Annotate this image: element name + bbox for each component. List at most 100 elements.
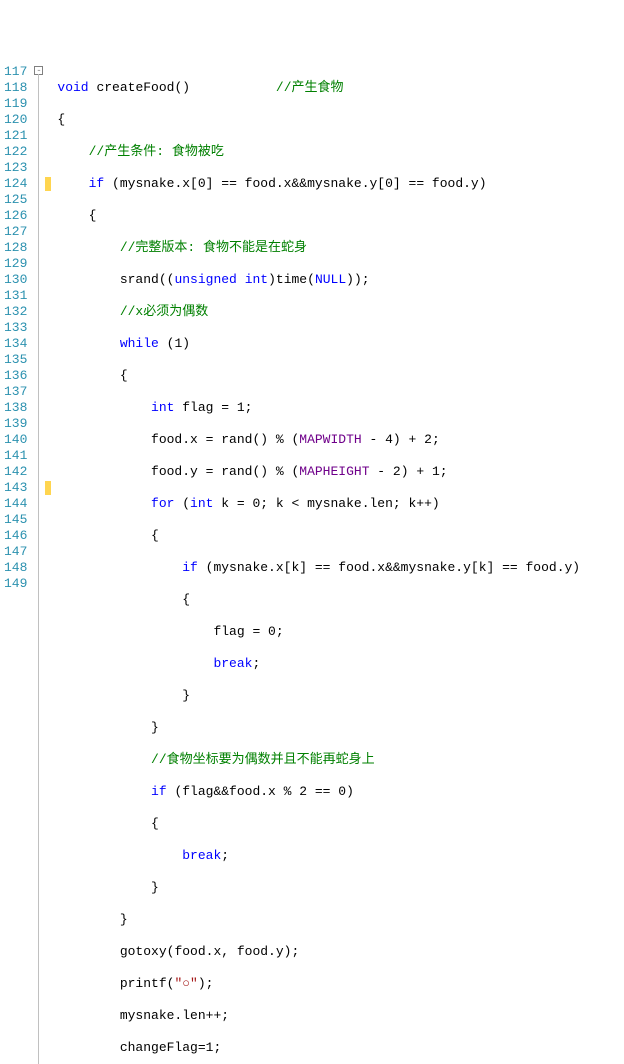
text: ) — [346, 784, 354, 799]
number: 2 — [299, 784, 307, 799]
line-number: 128 — [4, 240, 27, 256]
code-line: food.y = rand() % (MAPHEIGHT - 2) + 1; — [57, 464, 580, 480]
line-number: 133 — [4, 320, 27, 336]
brace: { — [151, 816, 159, 831]
text: ; — [245, 400, 253, 415]
line-number: 127 — [4, 224, 27, 240]
keyword: if — [89, 176, 105, 191]
line-number: 118 — [4, 80, 27, 96]
text: ( — [159, 336, 175, 351]
line-number: 142 — [4, 464, 27, 480]
line-number: 123 — [4, 160, 27, 176]
number: 0 — [338, 784, 346, 799]
macro: MAPHEIGHT — [299, 464, 369, 479]
text — [237, 272, 245, 287]
text: (mysnake.x[ — [104, 176, 198, 191]
comment: //x必须为偶数 — [120, 304, 208, 319]
line-number: 148 — [4, 560, 27, 576]
keyword: void — [57, 80, 88, 95]
text: () % ( — [252, 464, 299, 479]
fold-column: - — [33, 64, 45, 1064]
code-line: printf("○"); — [57, 976, 580, 992]
line-number: 124 — [4, 176, 27, 192]
change-marker — [45, 481, 51, 495]
line-number: 121 — [4, 128, 27, 144]
brace: { — [182, 592, 190, 607]
text: - — [362, 432, 385, 447]
code-area[interactable]: void createFood() //产生食物 { //产生条件: 食物被吃 … — [53, 64, 580, 1064]
code-editor[interactable]: 1171181191201211221231241251261271281291… — [0, 64, 624, 1064]
text: (( — [159, 272, 175, 287]
code-line: { — [57, 368, 580, 384]
text: ) + — [393, 432, 424, 447]
text: ] == food.y) — [393, 176, 487, 191]
keyword: if — [182, 560, 198, 575]
keyword: int — [245, 272, 268, 287]
line-number: 126 — [4, 208, 27, 224]
text: ) + — [401, 464, 432, 479]
code-line: mysnake.len++; — [57, 1008, 580, 1024]
text: ) — [182, 336, 190, 351]
text: (food.x, food.y); — [167, 944, 300, 959]
keyword: break — [213, 656, 252, 671]
code-line: if (mysnake.x[0] == food.x&&mysnake.y[0]… — [57, 176, 580, 192]
comment: //完整版本: 食物不能是在蛇身 — [120, 240, 307, 255]
line-number: 138 — [4, 400, 27, 416]
text: ; — [252, 656, 260, 671]
keyword: while — [120, 336, 159, 351]
text: ; — [221, 848, 229, 863]
text: (flag&&food.x % — [167, 784, 300, 799]
text: == — [307, 784, 338, 799]
text: food.y = — [151, 464, 221, 479]
code-line: if (mysnake.x[k] == food.x&&mysnake.y[k]… — [57, 560, 580, 576]
brace: { — [120, 368, 128, 383]
line-number: 131 — [4, 288, 27, 304]
text: () % ( — [252, 432, 299, 447]
number: 0 — [198, 176, 206, 191]
line-number: 143 — [4, 480, 27, 496]
code-line: //食物坐标要为偶数并且不能再蛇身上 — [57, 752, 580, 768]
string-literal: "○" — [174, 976, 197, 991]
text: ; — [440, 464, 448, 479]
code-line: while (1) — [57, 336, 580, 352]
number: 1 — [206, 1040, 214, 1055]
line-number: 147 — [4, 544, 27, 560]
comment: //食物坐标要为偶数并且不能再蛇身上 — [151, 752, 375, 767]
text: flag = — [213, 624, 268, 639]
text: ) — [268, 272, 276, 287]
text: ; — [432, 432, 440, 447]
function-call: printf — [120, 976, 167, 991]
text: ; — [213, 1040, 221, 1055]
code-line: { — [57, 208, 580, 224]
function-call: rand — [221, 464, 252, 479]
line-number: 137 — [4, 384, 27, 400]
code-line: } — [57, 912, 580, 928]
line-number: 134 — [4, 336, 27, 352]
code-line: changeFlag=1; — [57, 1040, 580, 1056]
text: )); — [346, 272, 369, 287]
function-call: time — [276, 272, 307, 287]
comment: //产生食物 — [276, 80, 344, 95]
line-number: 117 — [4, 64, 27, 80]
line-number: 136 — [4, 368, 27, 384]
parens: () — [174, 80, 190, 95]
code-line: { — [57, 592, 580, 608]
code-line: gotoxy(food.x, food.y); — [57, 944, 580, 960]
line-number: 129 — [4, 256, 27, 272]
marker-column — [45, 64, 53, 1064]
code-line: for (int k = 0; k < mysnake.len; k++) — [57, 496, 580, 512]
line-number: 149 — [4, 576, 27, 592]
code-line: food.x = rand() % (MAPWIDTH - 4) + 2; — [57, 432, 580, 448]
line-number: 140 — [4, 432, 27, 448]
text: mysnake.len++; — [120, 1008, 229, 1023]
text: - — [370, 464, 393, 479]
code-line: } — [57, 720, 580, 736]
line-number: 141 — [4, 448, 27, 464]
text: ( — [174, 496, 190, 511]
line-number: 144 — [4, 496, 27, 512]
line-number: 120 — [4, 112, 27, 128]
keyword: unsigned — [174, 272, 236, 287]
number: 2 — [424, 432, 432, 447]
brace: } — [182, 688, 190, 703]
keyword: int — [190, 496, 213, 511]
